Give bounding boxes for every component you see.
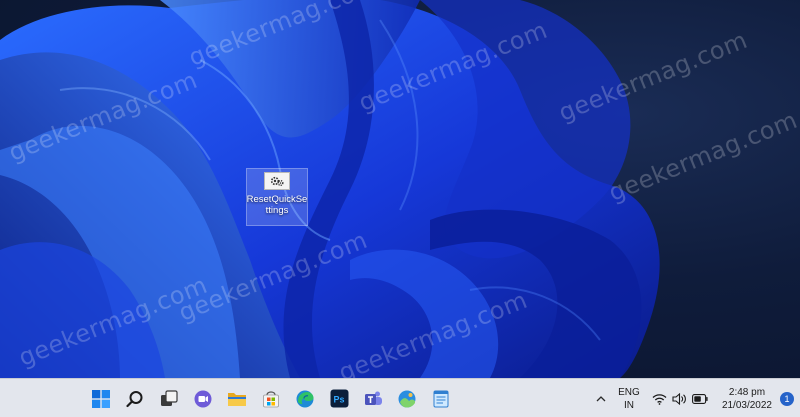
teams-chat-icon bbox=[194, 390, 212, 407]
photos-button[interactable] bbox=[392, 383, 422, 415]
microsoft-store-icon bbox=[263, 390, 279, 407]
task-view-button[interactable] bbox=[154, 383, 184, 415]
volume-icon bbox=[672, 392, 686, 405]
clock-time: 2:48 pm bbox=[728, 386, 766, 398]
show-hidden-icons-button[interactable] bbox=[590, 379, 612, 417]
region-code: IN bbox=[623, 399, 634, 411]
system-tray: ENG IN 2:48 pm 21/03/2022 1 bbox=[590, 379, 800, 417]
quick-settings-button[interactable] bbox=[646, 392, 716, 405]
task-view-icon bbox=[161, 389, 178, 406]
wifi-icon bbox=[652, 393, 667, 405]
edge-browser-icon bbox=[296, 390, 314, 407]
desktop: geekermag.com geekermag.com geekermag.co… bbox=[0, 0, 800, 378]
notification-count-badge[interactable]: 1 bbox=[780, 391, 794, 406]
edge-browser-button[interactable] bbox=[290, 383, 320, 415]
language-code: ENG bbox=[618, 386, 640, 398]
file-explorer-button[interactable] bbox=[222, 383, 252, 415]
desktop-shortcut-resetquicksettings[interactable]: ResetQuickSettings bbox=[246, 168, 308, 226]
photos-icon bbox=[398, 390, 416, 407]
wallpaper-bloom bbox=[0, 0, 660, 378]
taskbar-apps: Ps bbox=[86, 379, 456, 417]
start-button[interactable] bbox=[86, 383, 116, 415]
teams-icon bbox=[365, 391, 382, 405]
teams-button[interactable] bbox=[358, 383, 388, 415]
notepad-icon bbox=[433, 390, 449, 408]
search-icon bbox=[126, 390, 143, 407]
notepad-button[interactable] bbox=[426, 383, 456, 415]
clock-date: 21/03/2022 bbox=[721, 399, 772, 411]
photoshop-label: Ps bbox=[333, 395, 344, 405]
windows-start-icon bbox=[92, 389, 110, 408]
input-language-indicator[interactable]: ENG IN bbox=[612, 386, 646, 412]
taskbar-clock[interactable]: 2:48 pm 21/03/2022 bbox=[716, 386, 778, 412]
file-explorer-icon bbox=[228, 392, 246, 406]
gears-icon bbox=[264, 172, 290, 190]
search-button[interactable] bbox=[120, 383, 150, 415]
taskbar: Ps ENG IN 2:48 pm 21/03/2022 1 bbox=[0, 378, 800, 417]
battery-icon bbox=[691, 393, 708, 404]
photoshop-button[interactable]: Ps bbox=[324, 383, 354, 415]
chevron-up-icon bbox=[596, 396, 606, 402]
photoshop-icon: Ps bbox=[330, 389, 348, 408]
microsoft-store-button[interactable] bbox=[256, 383, 286, 415]
desktop-shortcut-label: ResetQuickSettings bbox=[246, 194, 308, 216]
chat-button[interactable] bbox=[188, 383, 218, 415]
